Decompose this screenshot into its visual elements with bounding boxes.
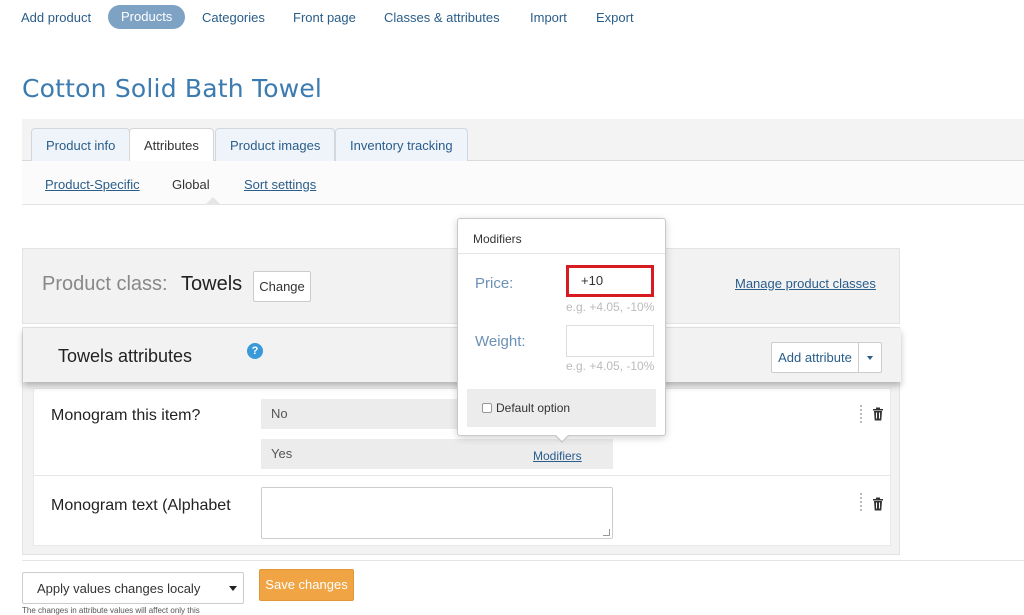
- drag-handle-icon[interactable]: [860, 493, 862, 511]
- change-class-button[interactable]: Change: [253, 271, 311, 302]
- default-option-checkbox[interactable]: [482, 403, 492, 413]
- footer-note: The changes in attribute values will aff…: [22, 606, 200, 615]
- popover-footer: Default option: [467, 389, 656, 427]
- subtab-global[interactable]: Global: [172, 177, 210, 192]
- attributes-title: Towels attributes: [58, 346, 193, 366]
- nav-front-page[interactable]: Front page: [293, 10, 356, 25]
- attribute-name: Monogram this item?: [51, 407, 201, 424]
- popover-title: Modifiers: [473, 232, 522, 246]
- add-attribute-button[interactable]: Add attribute: [771, 342, 859, 373]
- modifiers-link[interactable]: Modifiers: [533, 449, 582, 463]
- trash-icon[interactable]: [872, 407, 884, 421]
- help-icon[interactable]: ?: [247, 343, 263, 359]
- tabs-bar: Product info Attributes Product images I…: [22, 119, 1024, 163]
- nav-products[interactable]: Products: [108, 5, 186, 29]
- price-input[interactable]: +10: [566, 265, 654, 297]
- chevron-down-icon: [229, 586, 237, 591]
- modifiers-popover: Modifiers Price: +10 e.g. +4.05, -10% We…: [457, 218, 666, 443]
- subtab-active-indicator: [205, 197, 221, 205]
- monogram-text-field[interactable]: [261, 487, 613, 539]
- nav-export[interactable]: Export: [596, 10, 634, 25]
- page-title: Cotton Solid Bath Towel: [22, 74, 323, 103]
- product-class-value: Towels: [181, 273, 243, 295]
- add-attribute-dropdown[interactable]: [858, 342, 882, 373]
- weight-label: Weight:: [475, 333, 526, 350]
- price-hint: e.g. +4.05, -10%: [566, 300, 655, 314]
- bottom-divider: [22, 560, 1024, 561]
- trash-icon[interactable]: [872, 497, 884, 511]
- nav-add-product[interactable]: Add product: [21, 10, 91, 25]
- chevron-down-icon: [867, 356, 873, 360]
- tab-product-images[interactable]: Product images: [215, 128, 336, 162]
- row-divider: [34, 475, 890, 476]
- popover-divider: [458, 253, 665, 254]
- nav-categories[interactable]: Categories: [202, 10, 265, 25]
- default-option-label[interactable]: Default option: [496, 401, 570, 415]
- nav-classes-attributes[interactable]: Classes & attributes: [384, 10, 500, 25]
- manage-product-classes-link[interactable]: Manage product classes: [735, 276, 876, 291]
- weight-hint: e.g. +4.05, -10%: [566, 359, 655, 373]
- apply-values-select-value: Apply values changes localy: [37, 581, 201, 596]
- drag-handle-icon[interactable]: [860, 405, 862, 423]
- price-label: Price:: [475, 275, 514, 292]
- weight-input[interactable]: [566, 325, 654, 357]
- subtabs-bar: Product-Specific Global Sort settings: [22, 161, 1024, 205]
- nav-import[interactable]: Import: [530, 10, 567, 25]
- popover-arrow-fill: [555, 434, 569, 441]
- resize-grip-icon[interactable]: [603, 529, 610, 536]
- tab-product-info[interactable]: Product info: [31, 128, 131, 162]
- subtab-sort-settings[interactable]: Sort settings: [244, 177, 316, 192]
- product-class-label: Product class:: [42, 273, 168, 295]
- save-changes-button[interactable]: Save changes: [259, 569, 354, 601]
- top-nav: Add product Products Categories Front pa…: [0, 0, 1024, 36]
- tab-inventory-tracking[interactable]: Inventory tracking: [335, 128, 468, 162]
- tab-attributes[interactable]: Attributes: [129, 128, 214, 163]
- subtab-product-specific[interactable]: Product-Specific: [45, 177, 140, 192]
- attribute-name: Monogram text (Alphabet: [51, 497, 231, 514]
- apply-values-select[interactable]: Apply values changes localy: [22, 572, 244, 604]
